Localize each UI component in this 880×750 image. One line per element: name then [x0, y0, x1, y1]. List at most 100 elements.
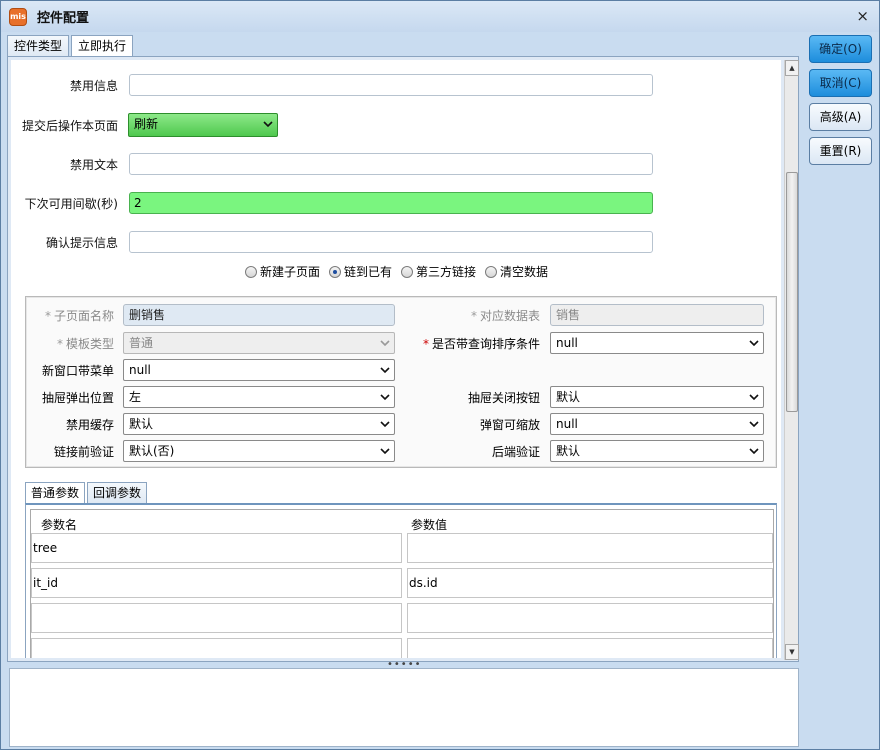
after-submit-row: 提交后操作本页面 刷新: [11, 113, 278, 137]
chevron-down-icon: [380, 448, 390, 455]
drawer-position-label: 抽屉弹出位置: [41, 391, 114, 405]
backend-verify-value: 默认: [556, 444, 581, 458]
content-panel: 禁用信息 提交后操作本页面 刷新 禁用文本 下次可用间歇(秒) 2 确认提示信息…: [7, 56, 799, 662]
subpage-name-input[interactable]: 删销售: [123, 304, 395, 326]
chevron-down-icon: [263, 121, 273, 128]
bottom-pane: [9, 668, 799, 747]
tab-control-type[interactable]: 控件类型: [7, 35, 70, 56]
drawer-position-value: 左: [129, 390, 142, 404]
vertical-scrollbar[interactable]: ▲ ▼: [784, 60, 799, 660]
params-table: 参数名 参数值 tree it_id ds.id: [30, 509, 774, 658]
pre-link-verify-value: 默认(否): [129, 444, 175, 458]
required-star-icon: *: [44, 309, 51, 323]
advanced-button[interactable]: 高级(A): [809, 103, 872, 131]
param-name-cell[interactable]: [31, 638, 402, 658]
chevron-down-icon: [749, 394, 759, 401]
scroll-area: 禁用信息 提交后操作本页面 刷新 禁用文本 下次可用间歇(秒) 2 确认提示信息…: [11, 60, 781, 658]
data-table-label: * 对应数据表: [470, 309, 540, 323]
radio-link-existing[interactable]: 链到已有: [329, 263, 392, 280]
template-type-value: 普通: [129, 336, 154, 350]
scroll-thumb[interactable]: [786, 172, 798, 412]
drawer-close-label: 抽屉关闭按钮: [467, 391, 540, 405]
cancel-button[interactable]: 取消(C): [809, 69, 872, 97]
disable-text-label: 禁用文本: [69, 157, 118, 172]
backend-verify-label: 后端验证: [491, 445, 540, 459]
app-logo-icon: mis: [9, 7, 27, 26]
template-type-select[interactable]: 普通: [123, 332, 395, 354]
sort-cond-select[interactable]: null: [550, 332, 764, 354]
title-bar: mis 控件配置 ×: [1, 1, 879, 32]
chevron-down-icon: [380, 367, 390, 374]
radio-new-subpage[interactable]: 新建子页面: [245, 263, 320, 280]
disable-info-label: 禁用信息: [69, 78, 118, 93]
chevron-down-icon: [749, 340, 759, 347]
ok-button[interactable]: 确定(O): [809, 35, 872, 63]
radio-third-party-link[interactable]: 第三方链接: [401, 263, 476, 280]
tab-normal-params[interactable]: 普通参数: [25, 482, 86, 504]
action-buttons: 确定(O) 取消(C) 高级(A) 重置(R): [809, 35, 872, 171]
chevron-down-icon: [380, 340, 390, 347]
param-value-cell[interactable]: [407, 638, 773, 658]
after-submit-select[interactable]: 刷新: [128, 113, 278, 137]
chevron-down-icon: [749, 421, 759, 428]
param-name-header: 参数名: [41, 518, 78, 532]
radio-label: 新建子页面: [260, 265, 321, 279]
param-value-cell[interactable]: ds.id: [407, 568, 773, 598]
confirm-label: 确认提示信息: [45, 235, 118, 250]
chevron-down-icon: [380, 394, 390, 401]
after-submit-value: 刷新: [134, 117, 159, 131]
radio-clear-data[interactable]: 清空数据: [485, 263, 548, 280]
radio-label: 链到已有: [344, 265, 393, 279]
after-submit-label: 提交后操作本页面: [21, 118, 118, 133]
required-star-icon: *: [470, 309, 477, 323]
close-icon[interactable]: ×: [856, 7, 869, 25]
backend-verify-select[interactable]: 默认: [550, 440, 764, 462]
radio-label: 第三方链接: [416, 265, 477, 279]
confirm-input[interactable]: [129, 231, 653, 253]
popup-scalable-select[interactable]: null: [550, 413, 764, 435]
disable-cache-label: 禁用缓存: [65, 418, 114, 432]
next-available-input[interactable]: 2: [129, 192, 653, 214]
radio-circle: [245, 265, 257, 278]
radio-circle: [401, 265, 414, 278]
radio-circle-checked: [329, 265, 342, 278]
disable-cache-select[interactable]: 默认: [123, 413, 395, 435]
param-name-cell[interactable]: tree: [31, 533, 402, 563]
new-window-menu-value: null: [129, 363, 151, 377]
drawer-close-select[interactable]: 默认: [550, 386, 764, 408]
reset-button[interactable]: 重置(R): [809, 137, 872, 165]
pre-link-verify-label: 链接前验证: [53, 445, 114, 459]
subpage-name-label: * 子页面名称: [44, 309, 114, 323]
data-table-input[interactable]: 销售: [550, 304, 764, 326]
next-available-row: 下次可用间歇(秒) 2: [11, 192, 653, 214]
param-value-cell[interactable]: [407, 533, 773, 563]
param-name-cell[interactable]: [31, 603, 402, 633]
popup-scalable-value: null: [556, 417, 578, 431]
required-star-icon: *: [422, 337, 429, 351]
drawer-position-select[interactable]: 左: [123, 386, 395, 408]
scroll-down-icon[interactable]: ▼: [785, 644, 799, 660]
drawer-close-value: 默认: [556, 390, 581, 404]
required-star-icon: *: [56, 337, 63, 351]
popup-scalable-label: 弹窗可缩放: [479, 418, 540, 432]
chevron-down-icon: [749, 448, 759, 455]
new-window-menu-select[interactable]: null: [123, 359, 395, 381]
disable-info-input[interactable]: [129, 74, 653, 96]
next-available-label: 下次可用间歇(秒): [24, 196, 118, 211]
chevron-down-icon: [380, 421, 390, 428]
scroll-up-icon[interactable]: ▲: [785, 60, 799, 76]
config-window: mis 控件配置 × 控件类型 立即执行 禁用信息 提交后操作本页面 刷新 禁用…: [0, 0, 880, 750]
sort-cond-label: * 是否带查询排序条件: [422, 337, 540, 351]
disable-text-input[interactable]: [129, 153, 653, 175]
radio-circle: [485, 265, 498, 278]
link-mode-radio-group: 新建子页面 链到已有 第三方链接 清空数据: [245, 263, 557, 280]
param-value-header: 参数值: [411, 518, 448, 532]
pre-link-verify-select[interactable]: 默认(否): [123, 440, 395, 462]
tab-callback-params[interactable]: 回调参数: [87, 482, 148, 503]
param-name-cell[interactable]: it_id: [31, 568, 402, 598]
param-value-cell[interactable]: [407, 603, 773, 633]
disable-cache-value: 默认: [129, 417, 154, 431]
new-window-menu-label: 新窗口带菜单: [41, 364, 114, 378]
tab-execute-now[interactable]: 立即执行: [71, 35, 134, 57]
template-type-label: * 模板类型: [56, 337, 114, 351]
